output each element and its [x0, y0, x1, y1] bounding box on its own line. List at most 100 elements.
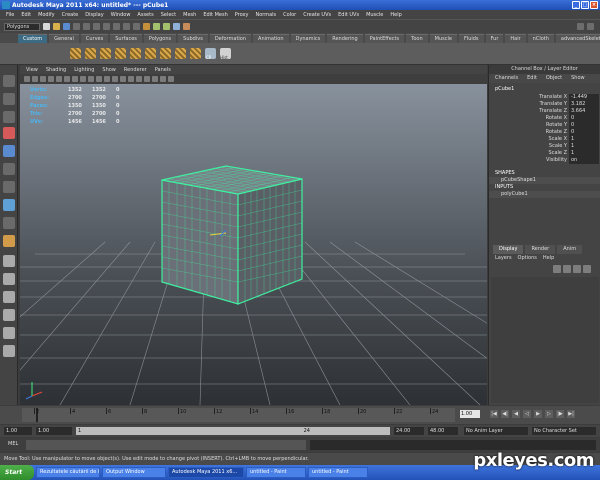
shelf-tab-painteffects[interactable]: PaintEffects: [364, 33, 405, 43]
step-back-key-button[interactable]: ◀|: [501, 410, 509, 418]
bookmark-icon[interactable]: [40, 76, 46, 82]
menu-create[interactable]: Create: [62, 12, 79, 18]
menu-select[interactable]: Select: [161, 12, 176, 18]
soft-modification-icon[interactable]: [3, 199, 15, 211]
shelf-tab-general[interactable]: General: [49, 33, 79, 43]
new-layer-icon[interactable]: [553, 265, 561, 273]
taskbar-item[interactable]: Rezultatele căutării de in...: [36, 467, 100, 478]
taskbar-item[interactable]: Output Window: [102, 467, 166, 478]
shelf-tab-rendering[interactable]: Rendering: [327, 33, 363, 43]
menu-window[interactable]: Window: [111, 12, 131, 18]
shelf-tab-deformation[interactable]: Deformation: [209, 33, 252, 43]
go-to-end-button[interactable]: ▶|: [567, 410, 575, 418]
playback-end-field[interactable]: 24.00: [394, 427, 424, 435]
menu-file[interactable]: File: [6, 12, 14, 18]
select-tool-icon[interactable]: [3, 75, 15, 87]
select-component-icon[interactable]: [93, 23, 100, 30]
channel-menu-show[interactable]: Show: [571, 74, 585, 83]
snap-point-icon[interactable]: [123, 23, 130, 30]
isolate-select-icon[interactable]: [168, 76, 174, 82]
hypershade-icon[interactable]: [183, 23, 190, 30]
selected-object-name[interactable]: pCube1: [489, 85, 600, 94]
shelf-tab-hair[interactable]: Hair: [505, 33, 526, 43]
wireframe-icon[interactable]: [112, 76, 118, 82]
menu-help[interactable]: Help: [390, 12, 401, 18]
grid-toggle-icon[interactable]: [56, 76, 62, 82]
shelf-tab-muscle[interactable]: Muscle: [429, 33, 457, 43]
time-slider-track[interactable]: 2 4 6 8 10 12 14 16 18 20 22 24: [22, 408, 455, 422]
shelf-tool-icon-2[interactable]: [85, 48, 96, 59]
menu-color[interactable]: Color: [283, 12, 296, 18]
start-button[interactable]: Start: [0, 465, 34, 480]
animation-end-field[interactable]: 48.00: [428, 427, 458, 435]
shape-node[interactable]: pCubeShape1: [489, 177, 600, 184]
attribute-row[interactable]: Scale Z1: [489, 150, 600, 157]
taskbar-item-active[interactable]: Autodesk Maya 2011 x6...: [168, 467, 244, 478]
universal-manipulator-icon[interactable]: [3, 181, 15, 193]
layer-tab-render[interactable]: Render: [525, 245, 556, 254]
layer-settings-icon[interactable]: [583, 265, 591, 273]
layout-four-icon[interactable]: [3, 273, 15, 285]
attribute-value[interactable]: 0: [569, 115, 599, 122]
channel-menu-edit[interactable]: Edit: [527, 74, 537, 83]
shelf-tool-icon-3[interactable]: [100, 48, 111, 59]
open-scene-icon[interactable]: [53, 23, 60, 30]
shelf-tab-fluids[interactable]: Fluids: [458, 33, 484, 43]
textured-icon[interactable]: [136, 76, 142, 82]
channel-menu-object[interactable]: Object: [546, 74, 562, 83]
shelf-tool-icon-6[interactable]: [145, 48, 156, 59]
layer-list[interactable]: [491, 277, 599, 403]
camera-icon[interactable]: [24, 76, 30, 82]
shelf-tool-icon-9[interactable]: [190, 48, 201, 59]
shelf-tool-icon-5[interactable]: [130, 48, 141, 59]
command-input[interactable]: [26, 440, 306, 450]
scale-tool-icon[interactable]: [3, 163, 15, 175]
attribute-row[interactable]: Rotate X0: [489, 115, 600, 122]
viewport-menu-panels[interactable]: Panels: [155, 67, 171, 73]
menu-normals[interactable]: Normals: [255, 12, 276, 18]
layer-tab-anim[interactable]: Anim: [557, 245, 583, 254]
step-forward-key-button[interactable]: |▶: [556, 410, 564, 418]
menu-create-uvs[interactable]: Create UVs: [303, 12, 331, 18]
attribute-value[interactable]: 0: [569, 122, 599, 129]
taskbar-item[interactable]: untitled - Paint: [246, 467, 306, 478]
xray-icon[interactable]: [160, 76, 166, 82]
render-settings-icon[interactable]: [173, 23, 180, 30]
rotate-tool-icon[interactable]: [3, 145, 15, 157]
menu-edit-uvs[interactable]: Edit UVs: [338, 12, 359, 18]
new-scene-icon[interactable]: [43, 23, 50, 30]
shelf-tab-dynamics[interactable]: Dynamics: [290, 33, 326, 43]
attribute-value[interactable]: 1: [569, 150, 599, 157]
input-node[interactable]: polyCube1: [489, 191, 600, 198]
attribute-row[interactable]: Translate Z 3.664: [489, 108, 600, 115]
viewport-menu-view[interactable]: View: [26, 67, 38, 73]
shelf-tab-animation[interactable]: Animation: [253, 33, 289, 43]
animation-start-field[interactable]: 1.00: [4, 427, 32, 435]
ipr-render-icon[interactable]: [163, 23, 170, 30]
current-frame-field[interactable]: 1.00: [460, 410, 480, 418]
image-plane-icon[interactable]: [48, 76, 54, 82]
menu-edit[interactable]: Edit: [21, 12, 31, 18]
attribute-row[interactable]: Scale Y1: [489, 143, 600, 150]
delete-history-icon[interactable]: Hist: [220, 48, 231, 60]
layout-hypershade-icon[interactable]: [3, 345, 15, 357]
attribute-value[interactable]: on: [569, 157, 599, 164]
attribute-row[interactable]: Rotate Z0: [489, 129, 600, 136]
render-icon[interactable]: [153, 23, 160, 30]
taskbar-item[interactable]: untitled - Paint: [308, 467, 368, 478]
smooth-shade-icon[interactable]: [120, 76, 126, 82]
viewport-menu-lighting[interactable]: Lighting: [74, 67, 94, 73]
layout-single-icon[interactable]: [3, 255, 15, 267]
shelf-tab-fur[interactable]: Fur: [485, 33, 504, 43]
menu-modify[interactable]: Modify: [38, 12, 55, 18]
viewport-panel[interactable]: View Shading Lighting Show Renderer Pane…: [20, 65, 487, 405]
shelf-tab-advancedskeleton[interactable]: advancedSkeleton: [555, 33, 600, 43]
layer-menu-help[interactable]: Help: [543, 254, 554, 263]
viewport-menu-renderer[interactable]: Renderer: [124, 67, 147, 73]
mel-label[interactable]: MEL: [8, 441, 18, 447]
shelf-tab-curves[interactable]: Curves: [80, 33, 109, 43]
shelf-tab-surfaces[interactable]: Surfaces: [110, 33, 142, 43]
attribute-value[interactable]: 1: [569, 136, 599, 143]
wireframe-on-shaded-icon[interactable]: [128, 76, 134, 82]
field-chart-icon[interactable]: [88, 76, 94, 82]
